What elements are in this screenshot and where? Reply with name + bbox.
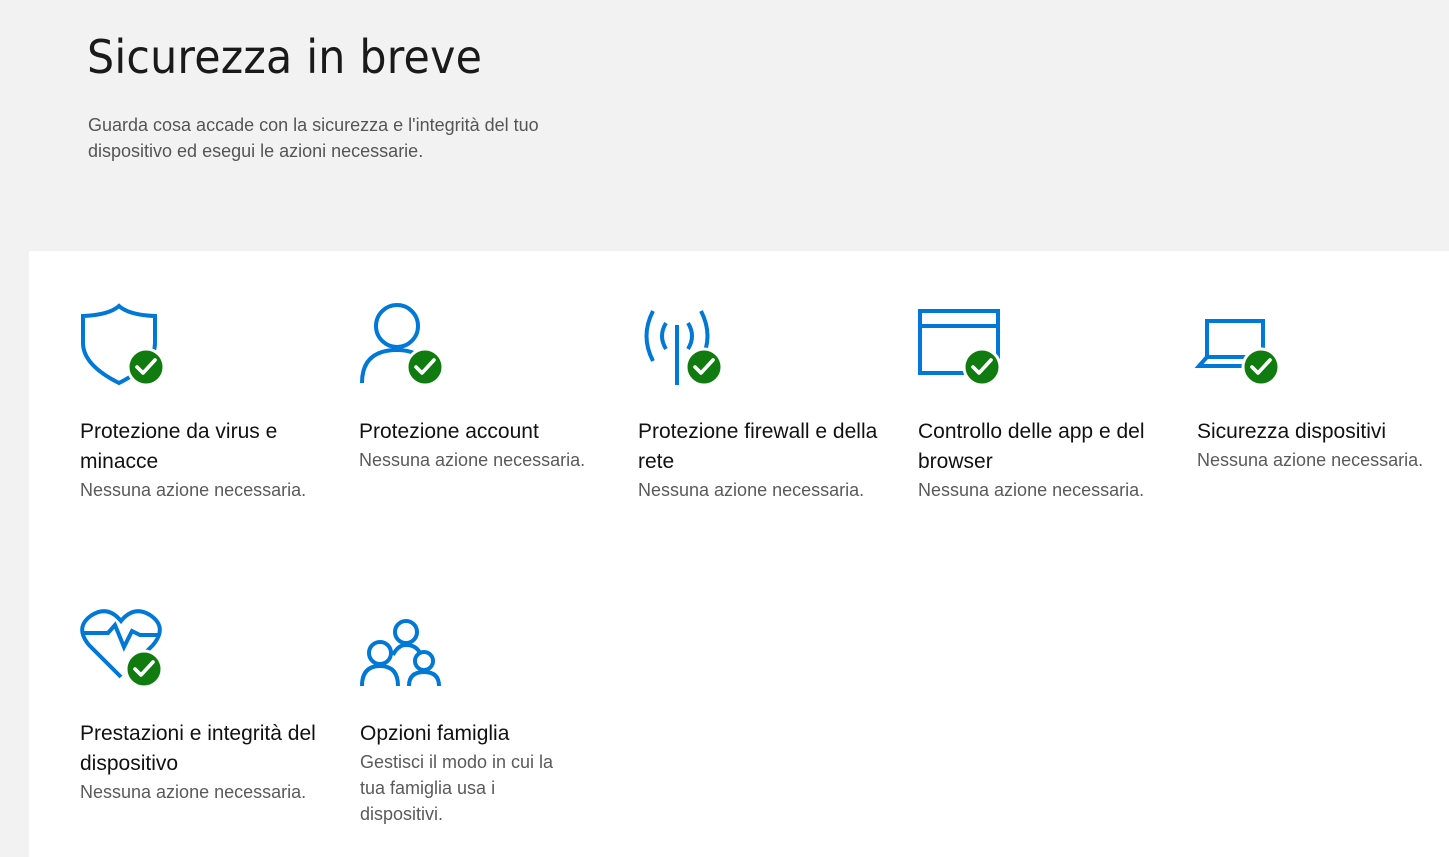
tile-status: Nessuna azione necessaria. xyxy=(918,480,1145,500)
wifi-antenna-icon xyxy=(638,303,738,393)
family-icon xyxy=(360,605,460,695)
page-title: Sicurezza in breve xyxy=(87,30,483,84)
laptop-icon xyxy=(1194,303,1297,393)
check-badge-icon xyxy=(124,649,164,689)
shield-icon xyxy=(80,303,180,393)
person-icon xyxy=(359,303,459,393)
tile-title: Prestazioni e integrità del dispositivo xyxy=(80,722,316,775)
check-badge-icon xyxy=(962,347,1002,387)
tile-title: Sicurezza dispositivi xyxy=(1197,420,1387,443)
tile-title: Protezione da virus e minacce xyxy=(80,420,278,473)
browser-window-icon xyxy=(918,303,1018,393)
check-badge-icon xyxy=(126,347,166,387)
tile-title: Protezione firewall e della rete xyxy=(638,420,878,473)
tile-status: Nessuna azione necessaria. xyxy=(1197,450,1424,470)
tile-title: Opzioni famiglia xyxy=(360,722,510,745)
tile-title: Controllo delle app e del browser xyxy=(918,420,1145,473)
tile-status: Gestisci il modo in cui la tua famiglia … xyxy=(360,752,554,824)
heart-pulse-icon xyxy=(80,605,180,695)
header: Sicurezza in breve Guarda cosa accade co… xyxy=(0,0,1449,251)
tile-status: Nessuna azione necessaria. xyxy=(80,480,307,500)
check-badge-icon xyxy=(405,347,445,387)
tile-status: Nessuna azione necessaria. xyxy=(638,480,865,500)
tiles-panel: Protezione da virus e minacce Nessuna az… xyxy=(29,251,1449,857)
tile-title: Protezione account xyxy=(359,420,539,443)
check-badge-icon xyxy=(1241,347,1281,387)
page-subtitle: Guarda cosa accade con la sicurezza e l'… xyxy=(88,115,539,161)
tile-status: Nessuna azione necessaria. xyxy=(359,450,586,470)
check-badge-icon xyxy=(684,347,724,387)
tile-status: Nessuna azione necessaria. xyxy=(80,782,307,802)
